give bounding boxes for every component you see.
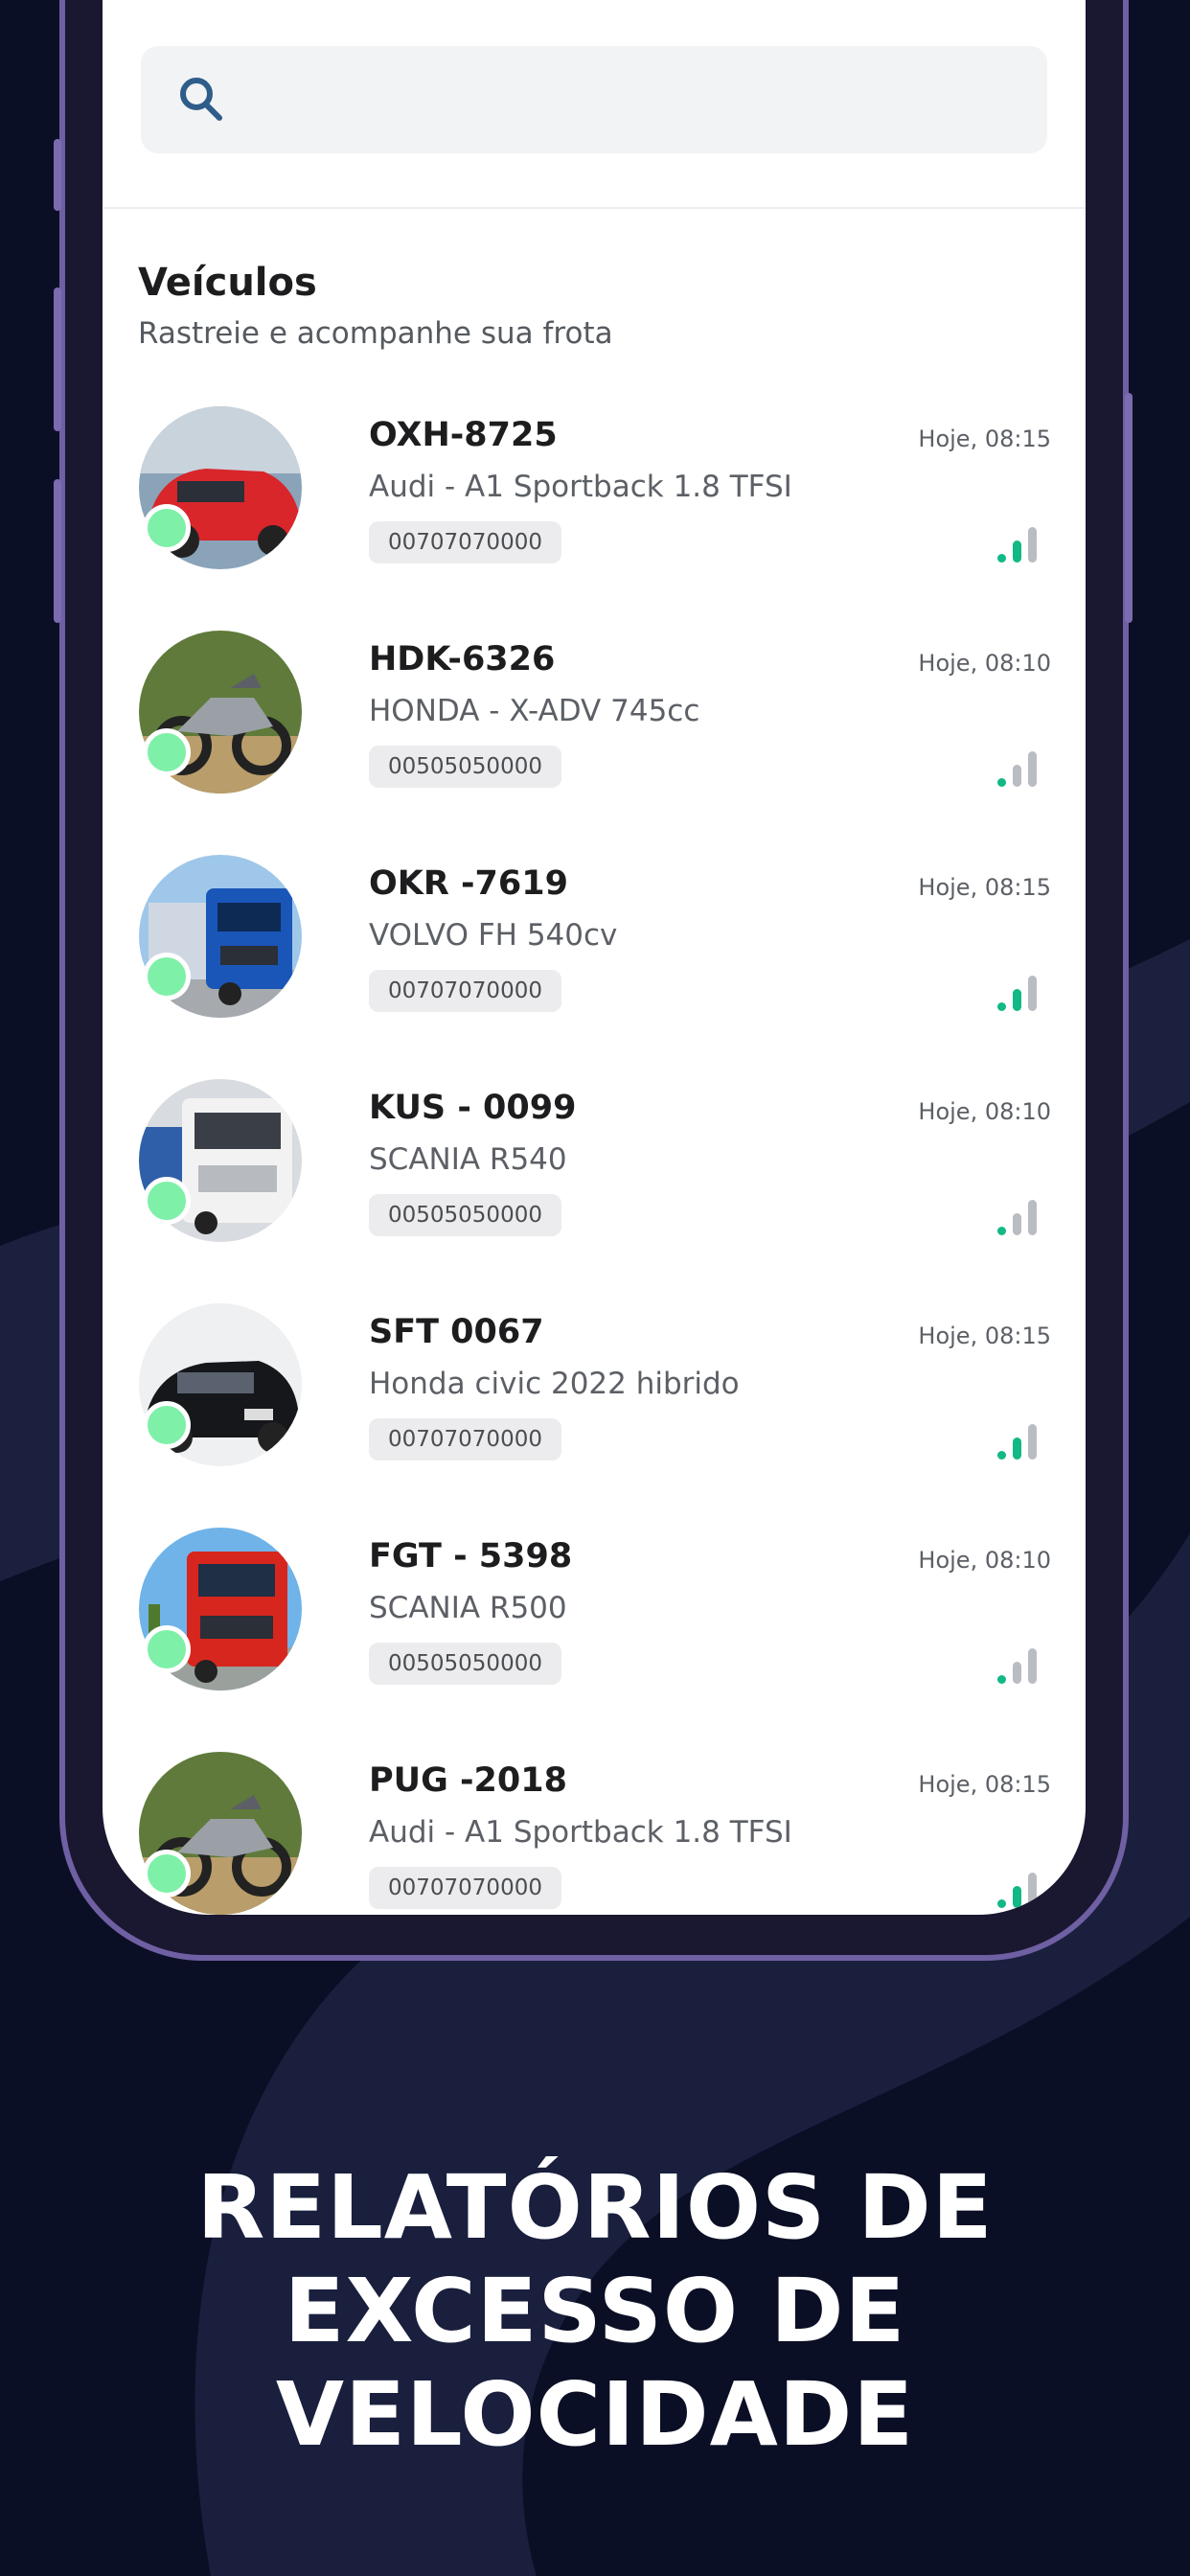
vehicle-row[interactable]: PUG -2018 Audi - A1 Sportback 1.8 TFSI 007… [103, 1729, 1086, 1915]
online-status-dot [143, 953, 191, 1000]
online-status-dot [143, 504, 191, 552]
device-id-badge: 00505050000 [369, 746, 561, 788]
search-input[interactable] [141, 46, 1047, 153]
vehicle-plate: SFT 0067 [369, 1313, 544, 1351]
last-update-time: Hoje, 08:10 [918, 650, 1051, 677]
online-status-dot [143, 1625, 191, 1673]
vehicle-model: Audi - A1 Sportback 1.8 TFSI [369, 1815, 792, 1850]
section-title: Veículos [138, 261, 317, 305]
signal-strength-icon [997, 751, 1037, 787]
vehicle-plate: FGT - 5398 [369, 1537, 573, 1576]
last-update-time: Hoje, 08:15 [918, 1322, 1051, 1349]
section-subtitle: Rastreie e acompanhe sua frota [138, 316, 613, 351]
vehicle-row[interactable]: KUS - 0099 SCANIA R540 00505050000 Hoje, 08… [103, 1056, 1086, 1280]
vehicle-model: HONDA - X-ADV 745cc [369, 694, 700, 728]
vehicle-plate: OXH-8725 [369, 416, 558, 454]
vehicle-plate: PUG -2018 [369, 1761, 567, 1800]
phone-side-button [54, 139, 61, 211]
last-update-time: Hoje, 08:15 [918, 874, 1051, 901]
vehicle-model: SCANIA R500 [369, 1591, 567, 1625]
device-id-badge: 00707070000 [369, 1867, 561, 1909]
headline-line-1: RELATÓRIOS DE [196, 2156, 994, 2259]
phone-volume-down-button [54, 479, 61, 623]
search-bar-area [103, 0, 1086, 209]
last-update-time: Hoje, 08:10 [918, 1547, 1051, 1574]
online-status-dot [143, 1177, 191, 1225]
vehicle-plate: KUS - 0099 [369, 1089, 577, 1127]
headline-line-2: EXCESSO DE [284, 2260, 906, 2362]
search-icon [180, 78, 222, 121]
online-status-dot [143, 1401, 191, 1449]
vehicle-row[interactable]: FGT - 5398 SCANIA R500 00505050000 Hoje, 08… [103, 1505, 1086, 1729]
vehicle-plate: OKR -7619 [369, 864, 568, 903]
vehicle-row[interactable]: OXH-8725 Audi - A1 Sportback 1.8 TFSI 0070… [103, 383, 1086, 608]
last-update-time: Hoje, 08:10 [918, 1098, 1051, 1125]
signal-strength-icon [997, 1424, 1037, 1460]
app-screen: Veículos Rastreie e acompanhe sua frota … [103, 0, 1086, 1915]
vehicle-row[interactable]: HDK-6326 HONDA - X-ADV 745cc 00505050000 Ho… [103, 608, 1086, 832]
phone-power-button [1125, 393, 1133, 623]
vehicle-model: VOLVO FH 540cv [369, 918, 618, 953]
vehicle-plate: HDK-6326 [369, 640, 556, 678]
signal-strength-icon [997, 527, 1037, 563]
vehicle-model: SCANIA R540 [369, 1142, 567, 1177]
device-id-badge: 00505050000 [369, 1194, 561, 1236]
vehicle-model: Audi - A1 Sportback 1.8 TFSI [369, 470, 792, 504]
signal-strength-icon [997, 1200, 1037, 1235]
device-id-badge: 00707070000 [369, 1418, 561, 1460]
online-status-dot [143, 728, 191, 776]
last-update-time: Hoje, 08:15 [918, 1771, 1051, 1798]
last-update-time: Hoje, 08:15 [918, 426, 1051, 452]
vehicle-row[interactable]: OKR -7619 VOLVO FH 540cv 00707070000 Hoje, … [103, 832, 1086, 1056]
device-id-badge: 00707070000 [369, 521, 561, 564]
promo-headline: RELATÓRIOS DE EXCESSO DE VELOCIDADE [0, 2156, 1190, 2467]
device-id-badge: 00505050000 [369, 1643, 561, 1685]
vehicle-row[interactable]: SFT 0067 Honda civic 2022 hibrido 00707070… [103, 1280, 1086, 1505]
headline-line-3: VELOCIDADE [275, 2363, 915, 2466]
device-id-badge: 00707070000 [369, 970, 561, 1012]
vehicle-model: Honda civic 2022 hibrido [369, 1367, 740, 1401]
online-status-dot [143, 1850, 191, 1898]
signal-strength-icon [997, 1873, 1037, 1908]
signal-strength-icon [997, 1648, 1037, 1684]
phone-volume-up-button [54, 288, 61, 431]
signal-strength-icon [997, 976, 1037, 1011]
